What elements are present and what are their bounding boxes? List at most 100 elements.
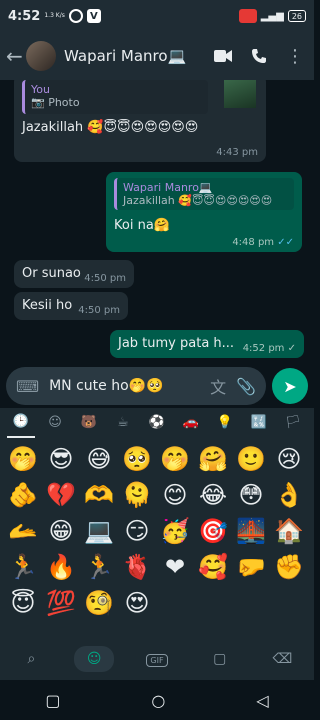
message-text: Jab tumy pata h... [118, 336, 235, 351]
keyboard-icon[interactable]: ⌨ [16, 377, 39, 396]
quote-author: Wapari Manro💻 [123, 181, 213, 194]
emoji-key[interactable]: 🙂 [234, 442, 268, 476]
emoji-key[interactable]: 🌉 [234, 514, 268, 548]
send-icon: ➤ [283, 376, 297, 396]
message-text: Koi na🤗 [114, 218, 170, 233]
message-bubble[interactable]: Wapari Manro💻 Jazakillah 🥰😇😇😍😍😍😍😍 Koi na… [106, 172, 302, 252]
translate-icon[interactable]: 文 [210, 374, 226, 398]
emoji-key[interactable]: 😢 [272, 442, 306, 476]
message-time: 4:50 pm [84, 273, 126, 284]
emoji-key[interactable]: 🤗 [196, 442, 230, 476]
search-icon[interactable]: ⌕ [11, 651, 51, 667]
emoji-key[interactable]: 🧐 [82, 586, 116, 620]
read-ticks-icon: ✓✓ [277, 237, 294, 248]
emoji-key[interactable]: 🫴 [6, 514, 40, 548]
emoji-key[interactable]: 🎯 [196, 514, 230, 548]
emoji-key[interactable]: 🥺 [120, 442, 154, 476]
category-symbols-icon[interactable]: 🔣 [245, 415, 273, 430]
message-text: Jazakillah 🥰😇😇😍😍😍😍😍 [22, 120, 199, 135]
chat-header: ← Wapari Manro💻 ⋮ [0, 32, 314, 80]
message-input-box[interactable]: ⌨ MN cute ho🤭🥺 文 📎 [6, 367, 266, 405]
message-text: Kesii ho [22, 298, 73, 313]
emoji-key[interactable]: 😇 [6, 586, 40, 620]
back-nav-icon[interactable]: ◁ [256, 691, 268, 710]
gif-tab-button[interactable]: GIF [137, 651, 177, 667]
voice-call-icon[interactable] [246, 43, 272, 69]
emoji-grid: 🤭 😎 😅 🥺 🤭 🤗 🙂 😢 🫵 💔 🫶 🫠 😊 😂 😳 👌 🫴 😁 💻 😏 … [0, 438, 314, 624]
emoji-key[interactable]: 😳 [234, 478, 268, 512]
keyboard-bottom-bar: ⌕ ☺ GIF ▢ ⌫ [0, 638, 314, 680]
emoji-key[interactable]: 🏃 [6, 550, 40, 584]
emoji-key[interactable]: 👌 [272, 478, 306, 512]
emoji-key[interactable]: 😂 [196, 478, 230, 512]
emoji-key[interactable]: ✊ [272, 550, 306, 584]
category-activity-icon[interactable]: ⚽ [143, 415, 171, 430]
quote-text: 📷 Photo [31, 96, 80, 109]
emoji-key[interactable]: 🤭 [6, 442, 40, 476]
signal-icon: ▂▄▆ [260, 10, 284, 22]
photo-thumbnail[interactable] [224, 80, 256, 108]
emoji-key[interactable]: ❤ [158, 550, 192, 584]
category-food-icon[interactable]: ☕ [109, 415, 137, 430]
emoji-key[interactable]: 😎 [44, 442, 78, 476]
emoji-key[interactable]: 🤛 [234, 550, 268, 584]
emoji-key[interactable]: 💯 [44, 586, 78, 620]
emoji-key[interactable]: 😍 [120, 586, 154, 620]
emoji-key[interactable]: 💻 [82, 514, 116, 548]
more-options-icon[interactable]: ⋮ [282, 43, 308, 69]
emoji-key[interactable]: 🤭 [158, 442, 192, 476]
emoji-tab-icon[interactable]: ☺ [74, 646, 115, 672]
status-bar: 4:52 1.3 K/s V ▂▄▆ 26 [0, 0, 314, 32]
system-nav-bar: ▢ ○ ◁ [0, 680, 314, 720]
category-flags-icon[interactable]: 🏳 [279, 415, 307, 430]
backspace-icon[interactable]: ⌫ [263, 651, 303, 667]
emoji-key[interactable]: 🥳 [158, 514, 192, 548]
contact-name[interactable]: Wapari Manro💻 [64, 47, 200, 65]
emoji-key[interactable]: 🥰 [196, 550, 230, 584]
emoji-key[interactable]: 🫀 [120, 550, 154, 584]
emoji-key[interactable]: 😅 [82, 442, 116, 476]
message-bubble[interactable]: Kesii ho 4:50 pm [14, 292, 128, 320]
emoji-key[interactable]: 🫵 [6, 478, 40, 512]
emoji-key[interactable]: 💔 [44, 478, 78, 512]
arrow-left-icon[interactable]: ← [6, 44, 23, 68]
category-recent-icon[interactable]: 🕒 [7, 408, 35, 438]
emoji-category-bar: 🕒 ☺ 🐻 ☕ ⚽ 🚗 💡 🔣 🏳 [0, 408, 314, 438]
sent-tick-icon: ✓ [287, 343, 296, 354]
attach-icon[interactable]: 📎 [236, 377, 256, 396]
emoji-key[interactable]: 😏 [120, 514, 154, 548]
message-bubble[interactable]: Jab tumy pata h... 4:52 pm ✓ [110, 330, 304, 358]
message-time: 4:52 pm ✓ [242, 343, 296, 354]
emoji-key[interactable]: 🏠 [272, 514, 306, 548]
quoted-message[interactable]: Wapari Manro💻 Jazakillah 🥰😇😇😍😍😍😍😍 [114, 178, 294, 210]
avatar[interactable] [26, 41, 56, 71]
battery-icon: 26 [287, 10, 306, 22]
sync-icon [68, 9, 83, 23]
vpn-icon: V [86, 9, 101, 23]
category-animals-icon[interactable]: 🐻 [75, 415, 103, 430]
emoji-key[interactable]: 🔥 [44, 550, 78, 584]
message-time: 4:48 pm ✓✓ [232, 237, 294, 248]
sticker-tab-icon[interactable]: ▢ [200, 651, 240, 667]
video-call-icon[interactable] [210, 43, 236, 69]
status-time: 4:52 [8, 8, 41, 24]
category-smileys-icon[interactable]: ☺ [41, 415, 69, 430]
message-bubble[interactable]: You 📷 Photo Jazakillah 🥰😇😇😍😍😍😍😍 4:43 pm [14, 80, 266, 162]
emoji-key[interactable]: 🫶 [82, 478, 116, 512]
send-button[interactable]: ➤ [272, 368, 308, 404]
message-input[interactable]: MN cute ho🤭🥺 [49, 378, 200, 394]
emoji-key[interactable]: 😁 [44, 514, 78, 548]
recents-icon[interactable]: ▢ [45, 691, 60, 710]
category-objects-icon[interactable]: 💡 [211, 415, 239, 430]
emoji-keyboard: 🕒 ☺ 🐻 ☕ ⚽ 🚗 💡 🔣 🏳 🤭 😎 😅 🥺 🤭 🤗 🙂 😢 🫵 💔 🫶 … [0, 408, 314, 680]
message-text: Or sunao [22, 266, 81, 281]
chat-area[interactable]: You 📷 Photo Jazakillah 🥰😇😇😍😍😍😍😍 4:43 pm … [0, 80, 314, 362]
emoji-key[interactable]: 🫠 [120, 478, 154, 512]
emoji-key[interactable]: 🏃 [82, 550, 116, 584]
message-bubble[interactable]: Or sunao 4:50 pm [14, 260, 134, 288]
quoted-message[interactable]: You 📷 Photo [22, 80, 208, 114]
home-icon[interactable]: ○ [151, 691, 165, 710]
category-travel-icon[interactable]: 🚗 [177, 415, 205, 430]
emoji-key[interactable]: 😊 [158, 478, 192, 512]
gif-label: GIF [146, 654, 168, 667]
